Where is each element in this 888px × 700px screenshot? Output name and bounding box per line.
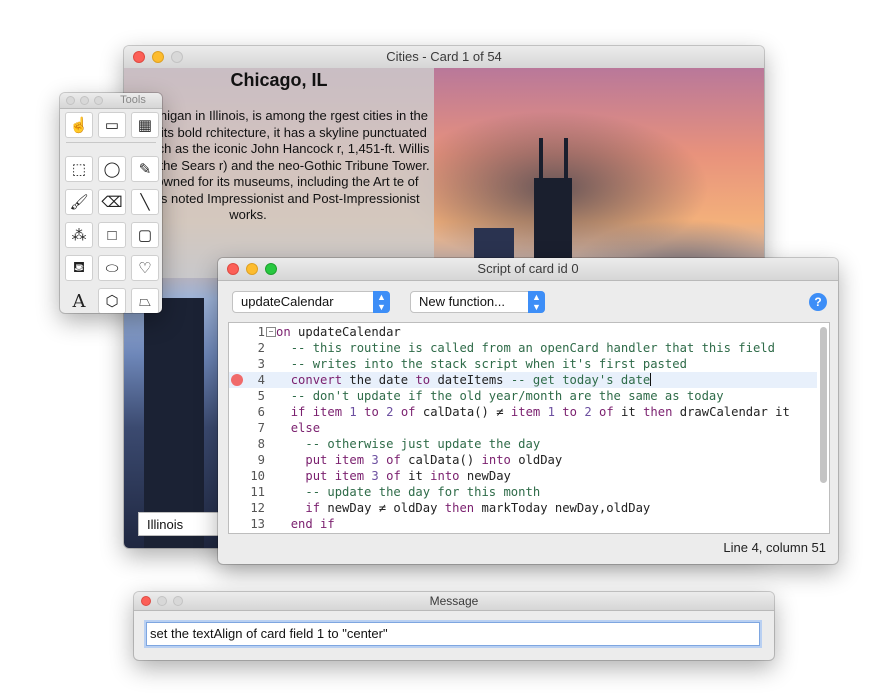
code-text: on updateCalendar — [276, 325, 401, 339]
message-input[interactable]: set the textAlign of card field 1 to "ce… — [146, 622, 760, 646]
code-text: put item 3 of calData() into oldDay — [305, 453, 563, 467]
handler-popup-value: updateCalendar — [241, 294, 334, 309]
select-tool-icon[interactable]: ⬚ — [65, 156, 93, 182]
pencil-tool-icon[interactable]: ✎ — [131, 156, 159, 182]
code-text: put item 3 of it into newDay — [305, 469, 511, 483]
function-popup[interactable]: New function... ▲ ▼ — [410, 291, 545, 313]
polygon-tool-icon[interactable]: ⬡ — [98, 288, 126, 313]
code-line[interactable]: 1− on updateCalendar — [229, 324, 817, 340]
line-number: 12 — [250, 501, 265, 515]
line-number: 13 — [250, 517, 265, 531]
close-button[interactable] — [227, 263, 239, 275]
line-tool-icon[interactable]: ╲ — [131, 189, 159, 215]
curve-tool-icon[interactable]: ♡ — [131, 255, 159, 281]
code-line[interactable]: 7 else — [229, 420, 817, 436]
city-description: go, on Lake Michigan in Illinois, is amo… — [124, 108, 430, 222]
rounded-rect-tool-icon[interactable]: ▢ — [131, 222, 159, 248]
code-text: convert the date to dateItems -- get tod… — [290, 373, 652, 387]
tools-title-bar[interactable]: Tools — [60, 93, 162, 109]
line-number: 2 — [257, 341, 265, 355]
popup-arrows-icon: ▲ ▼ — [528, 291, 545, 313]
script-editor-window: Script of card id 0 updateCalendar ▲ ▼ Ne… — [218, 258, 838, 564]
line-number: 11 — [250, 485, 265, 499]
fold-icon[interactable]: − — [266, 327, 276, 337]
button-tool-icon[interactable]: ▭ — [98, 112, 126, 138]
code-line[interactable]: 5 -- don't update if the old year/month … — [229, 388, 817, 404]
code-line[interactable]: 4 convert the date to dateItems -- get t… — [229, 372, 817, 388]
cities-title-bar[interactable]: Cities - Card 1 of 54 — [124, 46, 764, 69]
close-button[interactable] — [66, 96, 75, 105]
code-line[interactable]: 13 end if — [229, 516, 817, 532]
rectangle-tool-icon[interactable]: □ — [98, 222, 126, 248]
minimize-button[interactable] — [246, 263, 258, 275]
minimize-button[interactable] — [80, 96, 89, 105]
code-text: -- otherwise just update the day — [305, 437, 541, 451]
handler-popup[interactable]: updateCalendar ▲ ▼ — [232, 291, 390, 313]
line-number: 4 — [257, 373, 265, 387]
line-number: 9 — [257, 453, 265, 467]
zoom-button[interactable] — [171, 51, 183, 63]
zoom-button[interactable] — [265, 263, 277, 275]
window-title: Script of card id 0 — [477, 261, 579, 276]
help-button[interactable]: ? — [809, 293, 827, 311]
tools-palette: Tools ☝ ▭ ▦ ⬚ ◯ ✎ 🖌 ⌫ ╲ ⁂ □ ▢ ⛾ ⬭ ♡ A ⬡ ⏢ — [60, 93, 162, 313]
script-code-editor[interactable]: 1− on updateCalendar 2 -- this routine is … — [228, 322, 830, 534]
eraser-tool-icon[interactable]: ⌫ — [98, 189, 126, 215]
tools-title: Tools — [120, 94, 146, 106]
oval-tool-icon[interactable]: ⬭ — [98, 255, 126, 281]
field-tool-icon[interactable]: ▦ — [131, 112, 159, 138]
code-text: end if — [290, 517, 335, 531]
zoom-button[interactable] — [173, 596, 183, 606]
line-number: 7 — [257, 421, 265, 435]
code-line[interactable]: 6 if item 1 to 2 of calData() ≠ item 1 t… — [229, 404, 817, 420]
code-text: -- don't update if the old year/month ar… — [290, 389, 724, 403]
text-tool-icon[interactable]: A — [65, 288, 93, 313]
code-line[interactable]: 2 -- this routine is called from an open… — [229, 340, 817, 356]
message-title: Message — [429, 594, 479, 608]
code-line[interactable]: 10 put item 3 of it into newDay — [229, 468, 817, 484]
cursor-position-status: Line 4, column 51 — [723, 540, 826, 555]
line-number: 5 — [257, 389, 265, 403]
script-title-bar[interactable]: Script of card id 0 — [218, 258, 838, 281]
code-text: else — [290, 421, 321, 435]
code-line[interactable]: 12 if newDay ≠ oldDay then markToday new… — [229, 500, 817, 516]
code-line[interactable]: 3 -- writes into the stack script when i… — [229, 356, 817, 372]
code-text: if item 1 to 2 of calData() ≠ item 1 to … — [290, 405, 790, 419]
line-number: 3 — [257, 357, 265, 371]
line-number: 1 — [257, 325, 265, 339]
spray-tool-icon[interactable]: ⁂ — [65, 222, 93, 248]
message-title-bar[interactable]: Message — [134, 592, 774, 611]
minimize-button[interactable] — [152, 51, 164, 63]
code-line[interactable]: 11 -- update the day for this month — [229, 484, 817, 500]
line-number: 8 — [257, 437, 265, 451]
popup-arrows-icon: ▲ ▼ — [373, 291, 390, 313]
zoom-button[interactable] — [94, 96, 103, 105]
brush-tool-icon[interactable]: 🖌 — [65, 189, 93, 215]
line-number: 10 — [250, 469, 265, 483]
window-title: Cities - Card 1 of 54 — [386, 49, 502, 64]
freeform-polygon-tool-icon[interactable]: ⏢ — [131, 288, 159, 313]
lasso-tool-icon[interactable]: ◯ — [98, 156, 126, 182]
browse-tool-icon[interactable]: ☝ — [65, 112, 93, 138]
tools-divider — [66, 142, 156, 143]
close-button[interactable] — [133, 51, 145, 63]
code-text: -- update the day for this month — [305, 485, 541, 499]
city-title: Chicago, IL — [230, 70, 328, 90]
code-line[interactable]: 8 -- otherwise just update the day — [229, 436, 817, 452]
message-box-window: Message set the textAlign of card field … — [134, 592, 774, 660]
close-button[interactable] — [141, 596, 151, 606]
function-popup-value: New function... — [419, 294, 505, 309]
bucket-tool-icon[interactable]: ⛾ — [65, 255, 93, 281]
line-number: 6 — [257, 405, 265, 419]
code-text: -- writes into the stack script when it'… — [290, 357, 687, 371]
vertical-scrollbar[interactable] — [820, 327, 827, 483]
code-text: if newDay ≠ oldDay then markToday newDay… — [305, 501, 651, 515]
code-text: -- this routine is called from an openCa… — [290, 341, 775, 355]
minimize-button[interactable] — [157, 596, 167, 606]
code-line[interactable]: 9 put item 3 of calData() into oldDay — [229, 452, 817, 468]
